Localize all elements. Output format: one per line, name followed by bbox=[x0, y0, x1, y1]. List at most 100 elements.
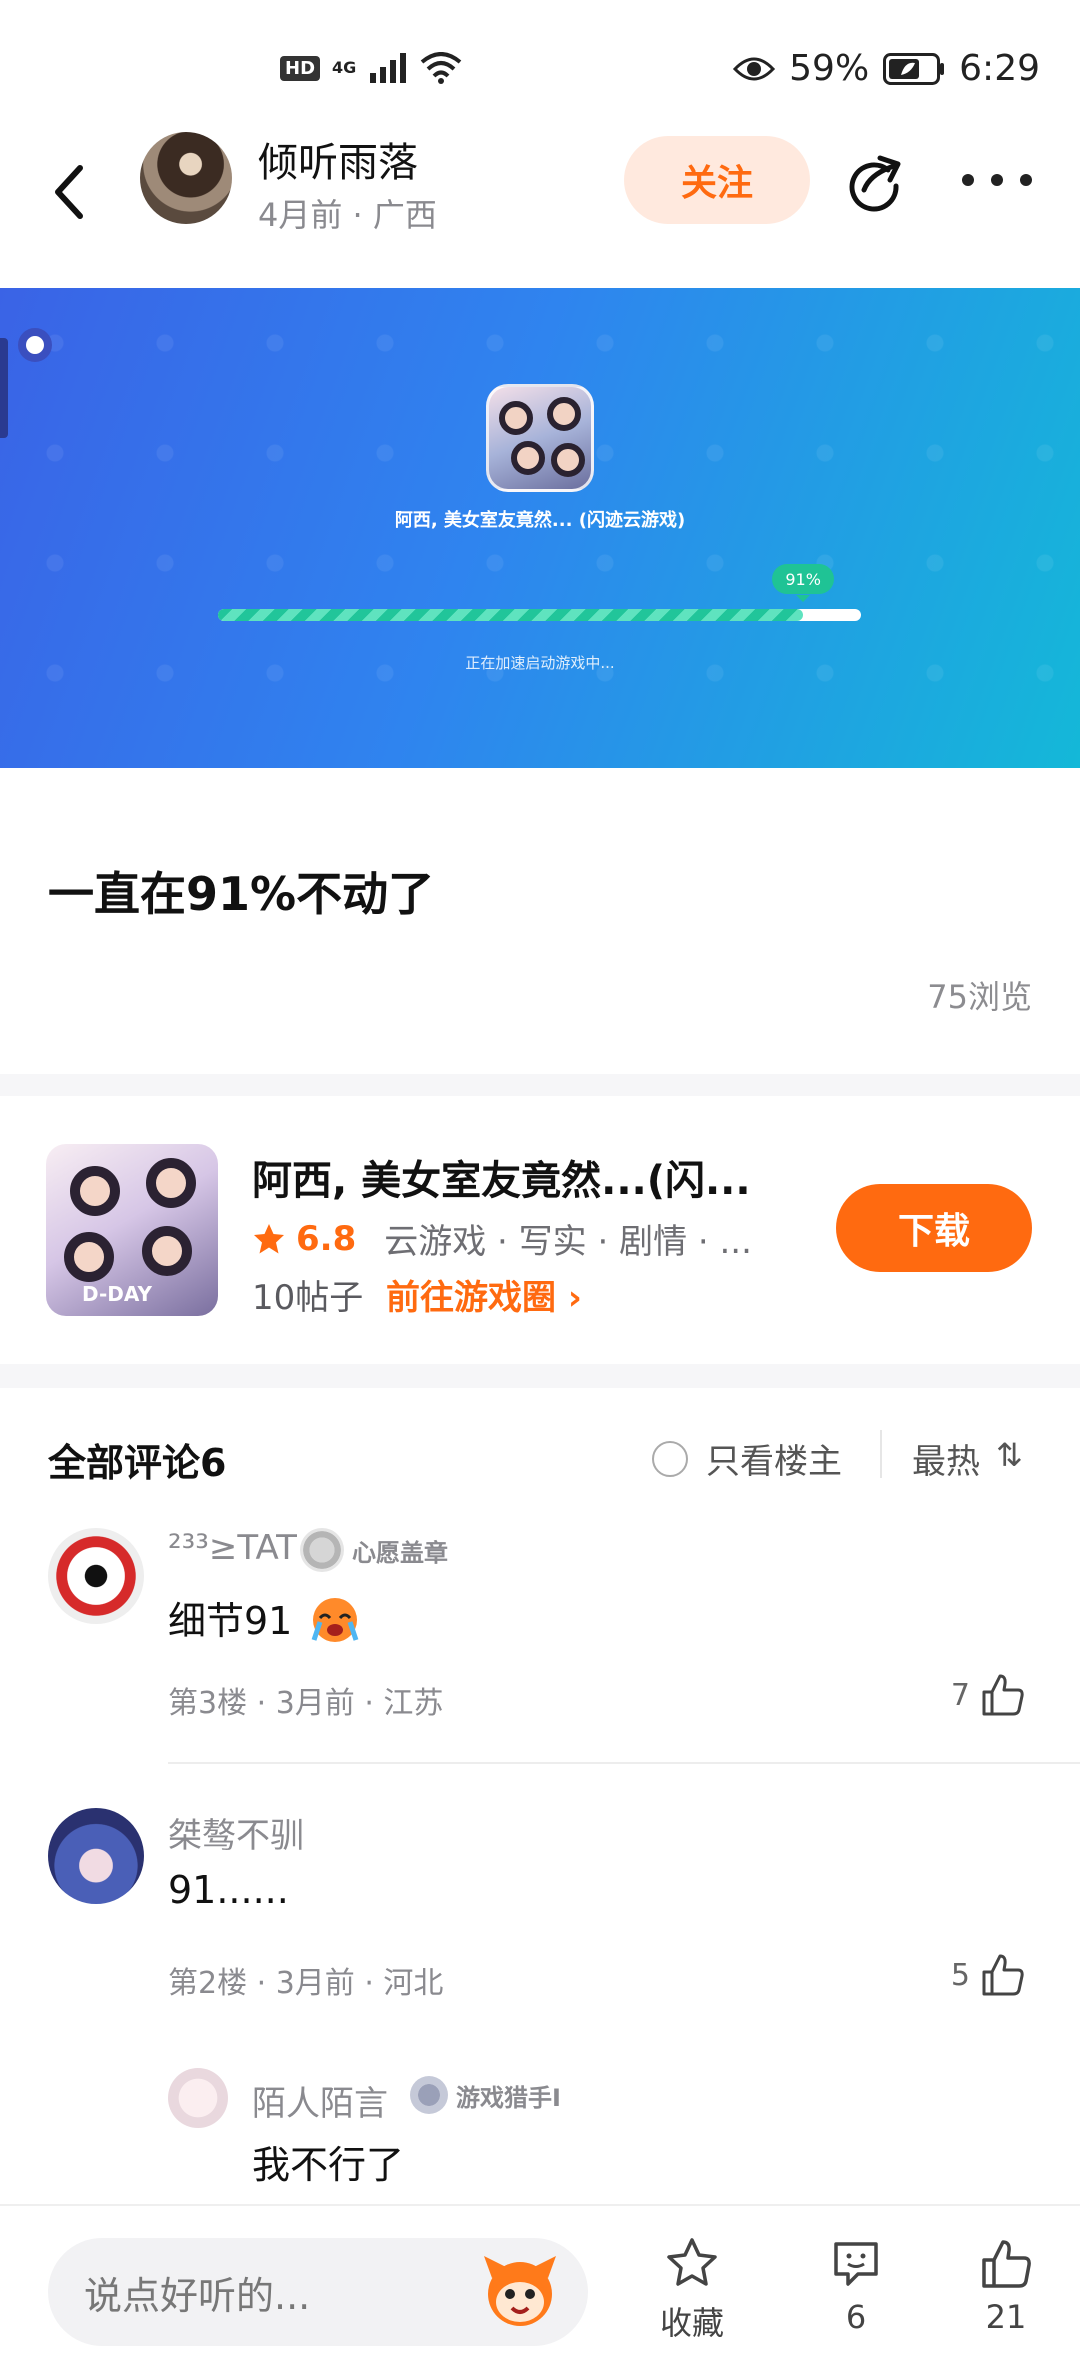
character-face bbox=[499, 401, 533, 435]
comment-meta: 第2楼 · 3月前 · 河北 bbox=[168, 1966, 444, 2001]
comment-button[interactable]: 6 bbox=[806, 2236, 906, 2356]
post-header: 倾听雨落 4月前 · 广西 关注 bbox=[0, 120, 1080, 288]
bottom-action-bar: 说点好听的... 收藏 6 21 bbox=[0, 2204, 1080, 2376]
network-indicators: HD 4G bbox=[280, 52, 462, 84]
character-face bbox=[511, 441, 545, 475]
only-op-toggle[interactable]: 只看楼主 bbox=[652, 1434, 842, 1483]
view-count: 75浏览 bbox=[927, 978, 1032, 1016]
comment-text: 我不行了 bbox=[252, 2143, 405, 2187]
battery-percent: 59% bbox=[789, 48, 870, 89]
thumbs-up-icon[interactable] bbox=[980, 1952, 1026, 1998]
like-count: 21 bbox=[985, 2298, 1027, 2336]
commenter-badge: 心愿盖章 bbox=[300, 1528, 448, 1572]
post-meta: 4月前 · 广西 bbox=[258, 196, 437, 234]
badge-icon bbox=[300, 1528, 344, 1572]
star-outline-icon bbox=[667, 2238, 717, 2286]
download-button[interactable]: 下载 bbox=[836, 1184, 1032, 1272]
comments-header: 全部评论6 bbox=[48, 1441, 227, 1485]
only-op-label: 只看楼主 bbox=[706, 1442, 842, 1482]
author-avatar[interactable] bbox=[140, 132, 232, 224]
comment-like-button[interactable]: 5 bbox=[951, 1952, 1026, 1998]
character-face bbox=[146, 1158, 196, 1208]
more-dot-icon bbox=[1020, 174, 1032, 186]
mascot-emoji-icon[interactable] bbox=[478, 2248, 562, 2332]
character-face bbox=[551, 443, 585, 477]
comment-meta: 第3楼 · 3月前 · 江苏 bbox=[168, 1686, 444, 1721]
post-title: 一直在91%不动了 bbox=[48, 867, 435, 921]
like-count: 5 bbox=[950, 1957, 970, 1993]
system-indicators: 59% 6:29 bbox=[733, 48, 1040, 89]
progress-bubble: 91% bbox=[772, 564, 835, 602]
post-body: 一直在91%不动了 75浏览 bbox=[0, 768, 1080, 1074]
comment-text-content: 细节91 bbox=[168, 1599, 293, 1643]
like-button[interactable]: 21 bbox=[956, 2236, 1056, 2356]
more-options-button[interactable] bbox=[962, 160, 1032, 200]
commenter-avatar[interactable] bbox=[48, 1528, 144, 1624]
signal-label: 4G bbox=[332, 58, 357, 77]
star-icon bbox=[254, 1223, 284, 1253]
banner-edge-tab bbox=[0, 338, 8, 438]
game-rating: 6.8 云游戏 · 写实 · 剧情 · ... bbox=[252, 1214, 752, 1263]
commenter-badge: 游戏猎手I bbox=[410, 2076, 561, 2114]
comment-item: ²³³≥TAT 心愿盖章 细节91 第3楼 · 3月前 · 江苏 7 bbox=[0, 1528, 1080, 1788]
favorite-label: 收藏 bbox=[659, 2304, 724, 2342]
badge-label: 游戏猎手I bbox=[456, 2083, 561, 2112]
comment-item: 桀骜不驯 91...... 第2楼 · 3月前 · 河北 5 bbox=[0, 1808, 1080, 2048]
more-dot-icon bbox=[991, 174, 1003, 186]
author-name[interactable]: 倾听雨落 bbox=[258, 130, 418, 188]
comment-like-button[interactable]: 7 bbox=[951, 1672, 1026, 1718]
game-circle-link[interactable]: 前往游戏圈 › bbox=[386, 1270, 582, 1319]
favorite-button[interactable]: 收藏 bbox=[642, 2236, 742, 2356]
comment-text: 细节91 bbox=[168, 1590, 366, 1645]
comment-bubble-icon bbox=[834, 2242, 878, 2286]
battery-icon bbox=[883, 52, 945, 85]
progress-bar bbox=[218, 609, 861, 621]
badge-icon bbox=[410, 2076, 448, 2114]
thumbs-up-icon bbox=[982, 2240, 1031, 2288]
banner-status-text: 正在加速启动游戏中... bbox=[465, 654, 615, 672]
sort-button[interactable]: 最热 bbox=[912, 1434, 980, 1483]
comment-count: 6 bbox=[845, 2298, 867, 2336]
post-count: 10帖子 bbox=[252, 1278, 364, 1318]
sort-icon[interactable]: ⇅ bbox=[996, 1436, 1023, 1474]
comment-separator bbox=[168, 1762, 1080, 1764]
badge-label: 心愿盖章 bbox=[352, 1538, 448, 1567]
thumbs-up-icon[interactable] bbox=[980, 1672, 1026, 1718]
eye-icon bbox=[733, 57, 776, 80]
game-thumbnail[interactable]: D-DAY bbox=[46, 1144, 218, 1316]
character-face bbox=[70, 1166, 120, 1216]
status-bar: HD 4G 59% 6:29 bbox=[0, 0, 1080, 120]
comments-section: 全部评论6 只看楼主 最热 ⇅ ²³³≥TAT 心愿盖章 细节91 第3楼 · … bbox=[0, 1388, 1080, 2206]
game-card[interactable]: D-DAY 阿西, 美女室友竟然...(闪... 6.8 云游戏 · 写实 · … bbox=[0, 1096, 1080, 1364]
thumbnail-label: D-DAY bbox=[82, 1282, 152, 1306]
floating-ball-icon bbox=[18, 328, 52, 362]
like-count: 7 bbox=[950, 1677, 970, 1713]
radio-icon[interactable] bbox=[652, 1440, 688, 1477]
character-face bbox=[64, 1232, 114, 1282]
follow-button[interactable]: 关注 bbox=[624, 136, 810, 224]
wifi-icon bbox=[420, 52, 462, 84]
comment-text: 91...... bbox=[168, 1868, 289, 1912]
commenter-name[interactable]: ²³³≥TAT bbox=[168, 1528, 297, 1568]
commenter-avatar[interactable] bbox=[48, 1808, 144, 1904]
character-face bbox=[547, 397, 581, 431]
divider bbox=[880, 1430, 882, 1478]
share-button[interactable] bbox=[842, 150, 906, 214]
hd-badge: HD bbox=[280, 55, 321, 81]
commenter-name[interactable]: 陌人陌言 bbox=[252, 2076, 388, 2125]
signal-icon bbox=[370, 53, 407, 83]
commenter-name[interactable]: 桀骜不驯 bbox=[168, 1808, 304, 1857]
back-button[interactable] bbox=[46, 156, 94, 228]
post-image[interactable]: 阿西, 美女室友竟然... (闪迹云游戏) 91% 正在加速启动游戏中... bbox=[0, 288, 1080, 768]
banner-game-title: 阿西, 美女室友竟然... (闪迹云游戏) bbox=[394, 510, 686, 531]
banner-game-icon bbox=[486, 384, 594, 492]
game-title[interactable]: 阿西, 美女室友竟然...(闪... bbox=[252, 1148, 751, 1206]
character-face bbox=[142, 1226, 192, 1276]
crying-emoji-icon bbox=[312, 1598, 359, 1642]
rating-value: 6.8 bbox=[296, 1218, 357, 1259]
clock: 6:29 bbox=[959, 48, 1040, 89]
more-dot-icon bbox=[962, 174, 974, 186]
commenter-avatar[interactable] bbox=[168, 2068, 228, 2128]
progress-fill bbox=[218, 609, 804, 621]
reply-item: 陌人陌言 游戏猎手I 我不行了 bbox=[0, 2068, 1080, 2208]
